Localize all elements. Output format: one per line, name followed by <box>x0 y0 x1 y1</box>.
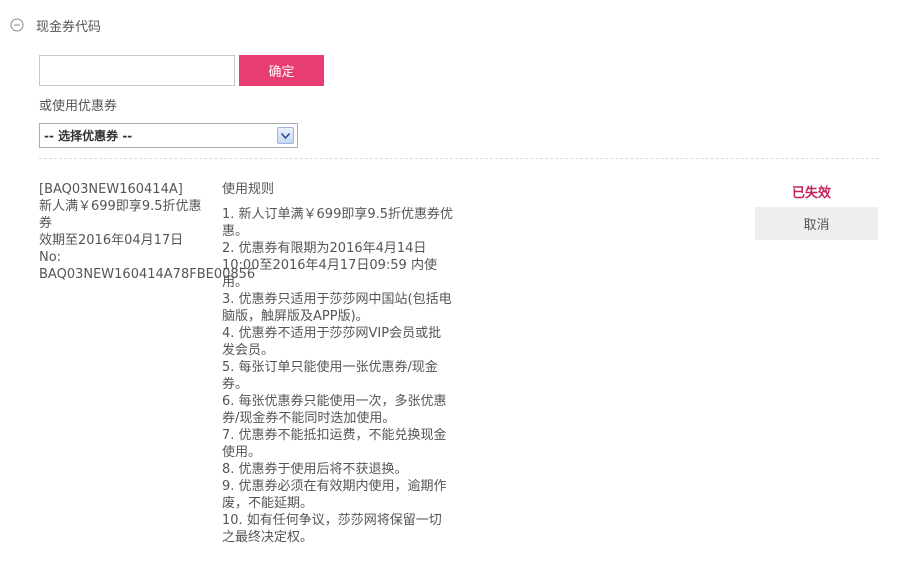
coupon-code: [BAQ03NEW160414A] <box>39 182 183 197</box>
rules-list: 1. 新人订单满￥699即享9.5折优惠券优惠。 2. 优惠券有限期为2016年… <box>222 206 454 546</box>
coupon-select-value: -- 选择优惠券 -- <box>44 129 133 143</box>
chevron-down-icon <box>281 132 290 139</box>
cancel-button[interactable]: 取消 <box>755 207 878 240</box>
coupon-info: [BAQ03NEW160414A] 新人满￥699即享9.5折优惠券 效期至20… <box>39 181 256 283</box>
rule-item: 1. 新人订单满￥699即享9.5折优惠券优惠。 <box>222 207 454 239</box>
rule-item: 8. 优惠券于使用后将不获退换。 <box>222 462 408 477</box>
confirm-button[interactable]: 确定 <box>239 55 324 86</box>
rule-item: 6. 每张优惠券只能使用一次，多张优惠券/现金券不能同时迭加使用。 <box>222 394 447 426</box>
rule-item: 3. 优惠券只适用于莎莎网中国站(包括电脑版，触屏版及APP版)。 <box>222 292 452 324</box>
rule-item: 5. 每张订单只能使用一张优惠券/现金券。 <box>222 360 438 392</box>
dashed-divider <box>39 158 879 159</box>
section-title: 现金券代码 <box>36 19 102 35</box>
rule-item: 2. 优惠券有限期为2016年4月14日10:00至2016年4月17日09:5… <box>222 241 437 290</box>
rule-item: 10. 如有任何争议，莎莎网将保留一切之最终决定权。 <box>222 513 442 545</box>
coupon-select[interactable]: -- 选择优惠券 -- <box>39 123 298 148</box>
rules-title: 使用规则 <box>222 182 275 197</box>
collapse-circle-icon[interactable] <box>10 18 24 32</box>
coupon-code-input[interactable] <box>39 55 235 86</box>
coupon-expiry: 效期至2016年04月17日 <box>39 233 184 248</box>
coupon-no-value: BAQ03NEW160414A78FBE00856 <box>39 267 256 282</box>
dropdown-arrow-icon[interactable] <box>277 127 294 144</box>
cash-coupon-section-header[interactable]: 现金券代码 <box>10 14 101 36</box>
or-use-coupon-label: 或使用优惠券 <box>39 99 118 114</box>
usage-rules: 使用规则 1. 新人订单满￥699即享9.5折优惠券优惠。 2. 优惠券有限期为… <box>222 181 454 546</box>
rule-item: 9. 优惠券必须在有效期内使用，逾期作废，不能延期。 <box>222 479 447 511</box>
coupon-description: 新人满￥699即享9.5折优惠券 <box>39 199 202 231</box>
status-badge: 已失效 <box>792 186 832 201</box>
coupon-no-label: No: <box>39 250 62 265</box>
rule-item: 4. 优惠券不适用于莎莎网VIP会员或批发会员。 <box>222 326 442 358</box>
rule-item: 7. 优惠券不能抵扣运费，不能兑换现金使用。 <box>222 428 447 460</box>
